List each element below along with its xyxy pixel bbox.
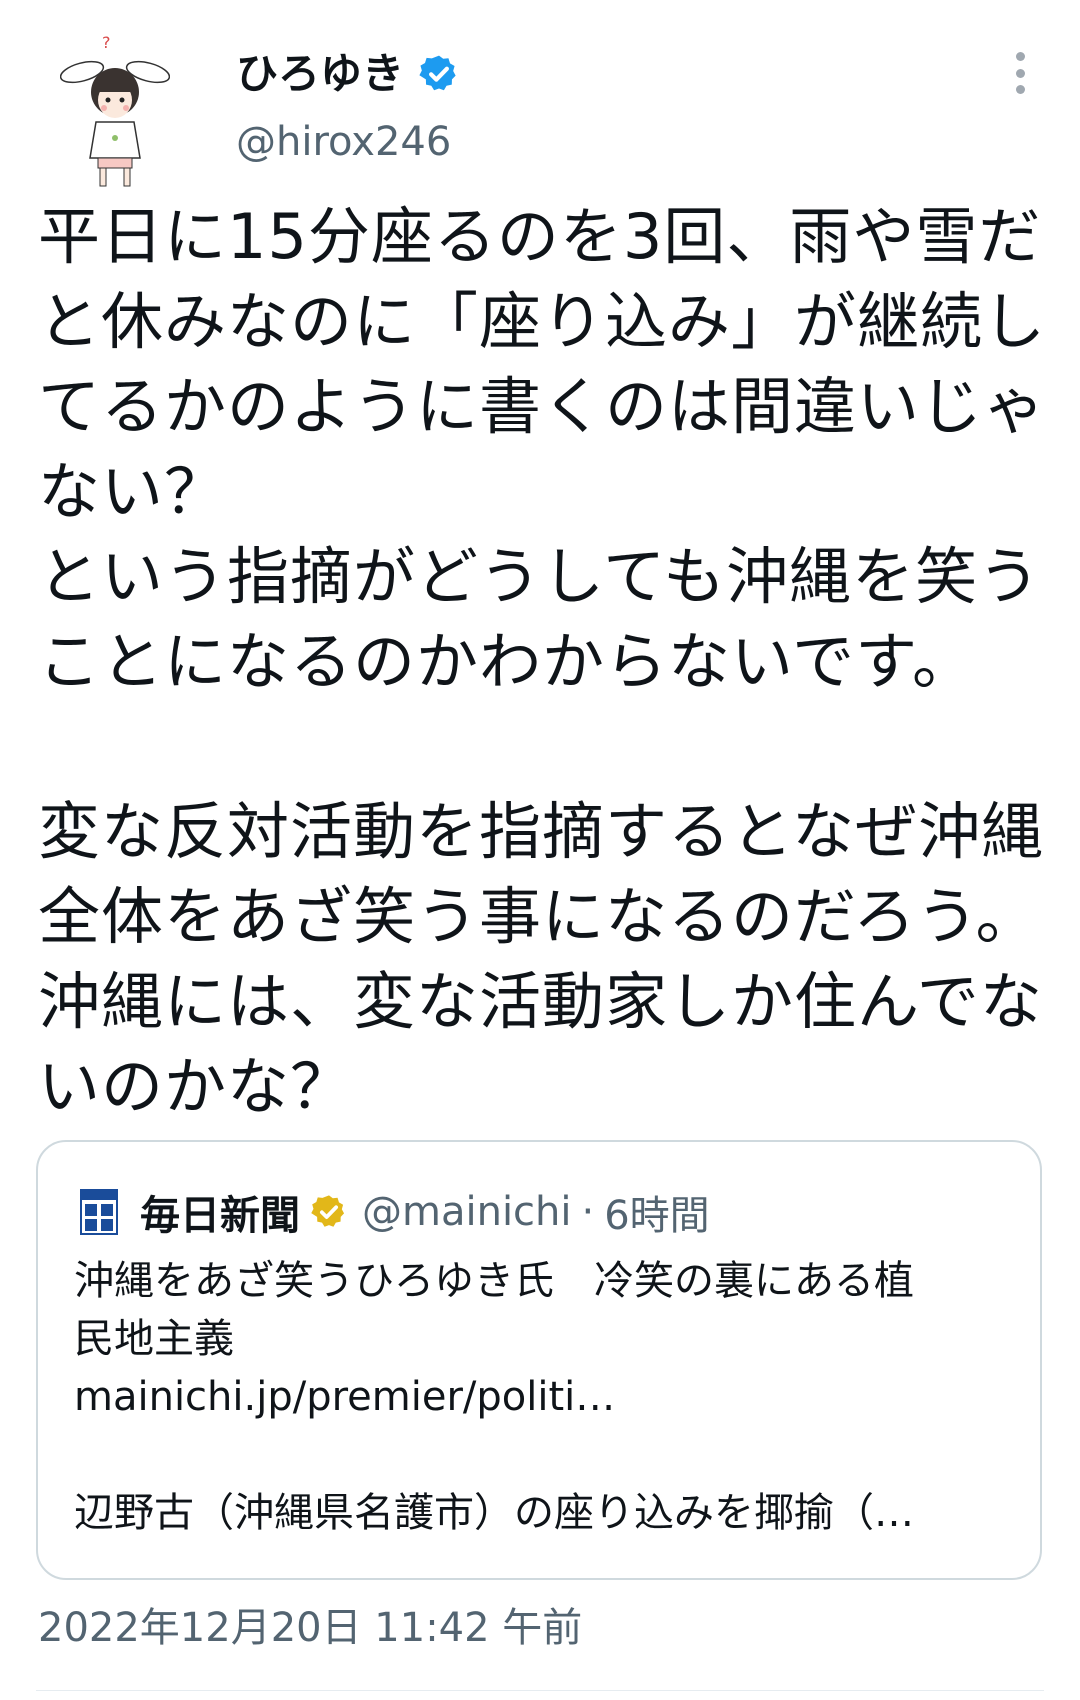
author-display-name[interactable]: ひろゆき — [236, 44, 460, 104]
tweet-line: 沖縄には、変な活動家しか住んでな — [38, 965, 1043, 1038]
tweet-line: てるかのように書くのは間違いじゃ — [38, 370, 1047, 443]
divider — [36, 1690, 1044, 1691]
tweet-line: 全体をあざ笑う事になるのだろう。 — [38, 880, 1039, 953]
more-vertical-icon — [1015, 68, 1025, 78]
quoted-display-name: 毎日新聞 — [140, 1193, 300, 1239]
quoted-tweet-card[interactable]: 毎日新聞 @mainichi · 6時間 沖縄をあざ笑うひろゆき氏 冷笑の裏にあ… — [36, 1140, 1042, 1580]
quoted-handle: @mainichi — [362, 1189, 572, 1235]
more-vertical-icon — [1015, 52, 1025, 61]
tweet-timestamp[interactable]: 2022年12月20日 11:42 午前 — [38, 1600, 582, 1656]
author-handle[interactable]: @hirox246 — [236, 114, 451, 170]
quoted-tweet-header: 毎日新聞 @mainichi · 6時間 — [80, 1182, 710, 1242]
quoted-time: 6時間 — [604, 1193, 710, 1239]
tweet-line: いのかな？ — [38, 1050, 354, 1123]
tweet-text: 平日に15分座るのを3回、雨や雪だ と休みなのに「座り込み」が継続し てるかのよ… — [38, 194, 1058, 1129]
quoted-excerpt: 辺野古（沖縄県名護市）の座り込みを揶揄（… — [74, 1490, 914, 1536]
quoted-link[interactable]: mainichi.jp/premier/politi… — [74, 1368, 1014, 1426]
tweet-line: ことになるのかわからないです。 — [38, 625, 975, 698]
verified-badge-icon — [419, 55, 456, 91]
author-avatar[interactable]: ? — [59, 30, 171, 190]
tweet-line: 平日に15分座るのを3回、雨や雪だ — [38, 200, 1042, 273]
svg-text:?: ? — [102, 33, 111, 52]
separator-dot: · — [581, 1189, 595, 1235]
tweet-line: 変な反対活動を指摘するとなぜ沖縄 — [38, 795, 1045, 868]
tweet-line: と休みなのに「座り込み」が継続し — [38, 285, 1047, 358]
quoted-headline-line: 沖縄をあざ笑うひろゆき氏 冷笑の裏にある植 — [74, 1258, 914, 1304]
display-name-text: ひろゆき — [236, 49, 405, 98]
quoted-tweet-body: 沖縄をあざ笑うひろゆき氏 冷笑の裏にある植 民地主義 mainichi.jp/p… — [74, 1252, 1014, 1542]
bunny-ear-avatar-icon: ? — [59, 33, 171, 187]
tweet-detail: ? ひろゆき @hirox246 平日に15分座るのを3回、雨や雪だ と休みなの… — [0, 0, 1080, 1700]
tweet-line: ない？ — [38, 455, 228, 528]
mainichi-logo-icon — [80, 1189, 118, 1235]
quoted-headline-line: 民地主義 — [74, 1316, 234, 1362]
more-options-button[interactable] — [1000, 48, 1040, 98]
tweet-line: という指摘がどうしても沖縄を笑う — [38, 540, 1042, 613]
more-vertical-icon — [1015, 85, 1025, 94]
verified-badge-icon — [311, 1195, 345, 1227]
